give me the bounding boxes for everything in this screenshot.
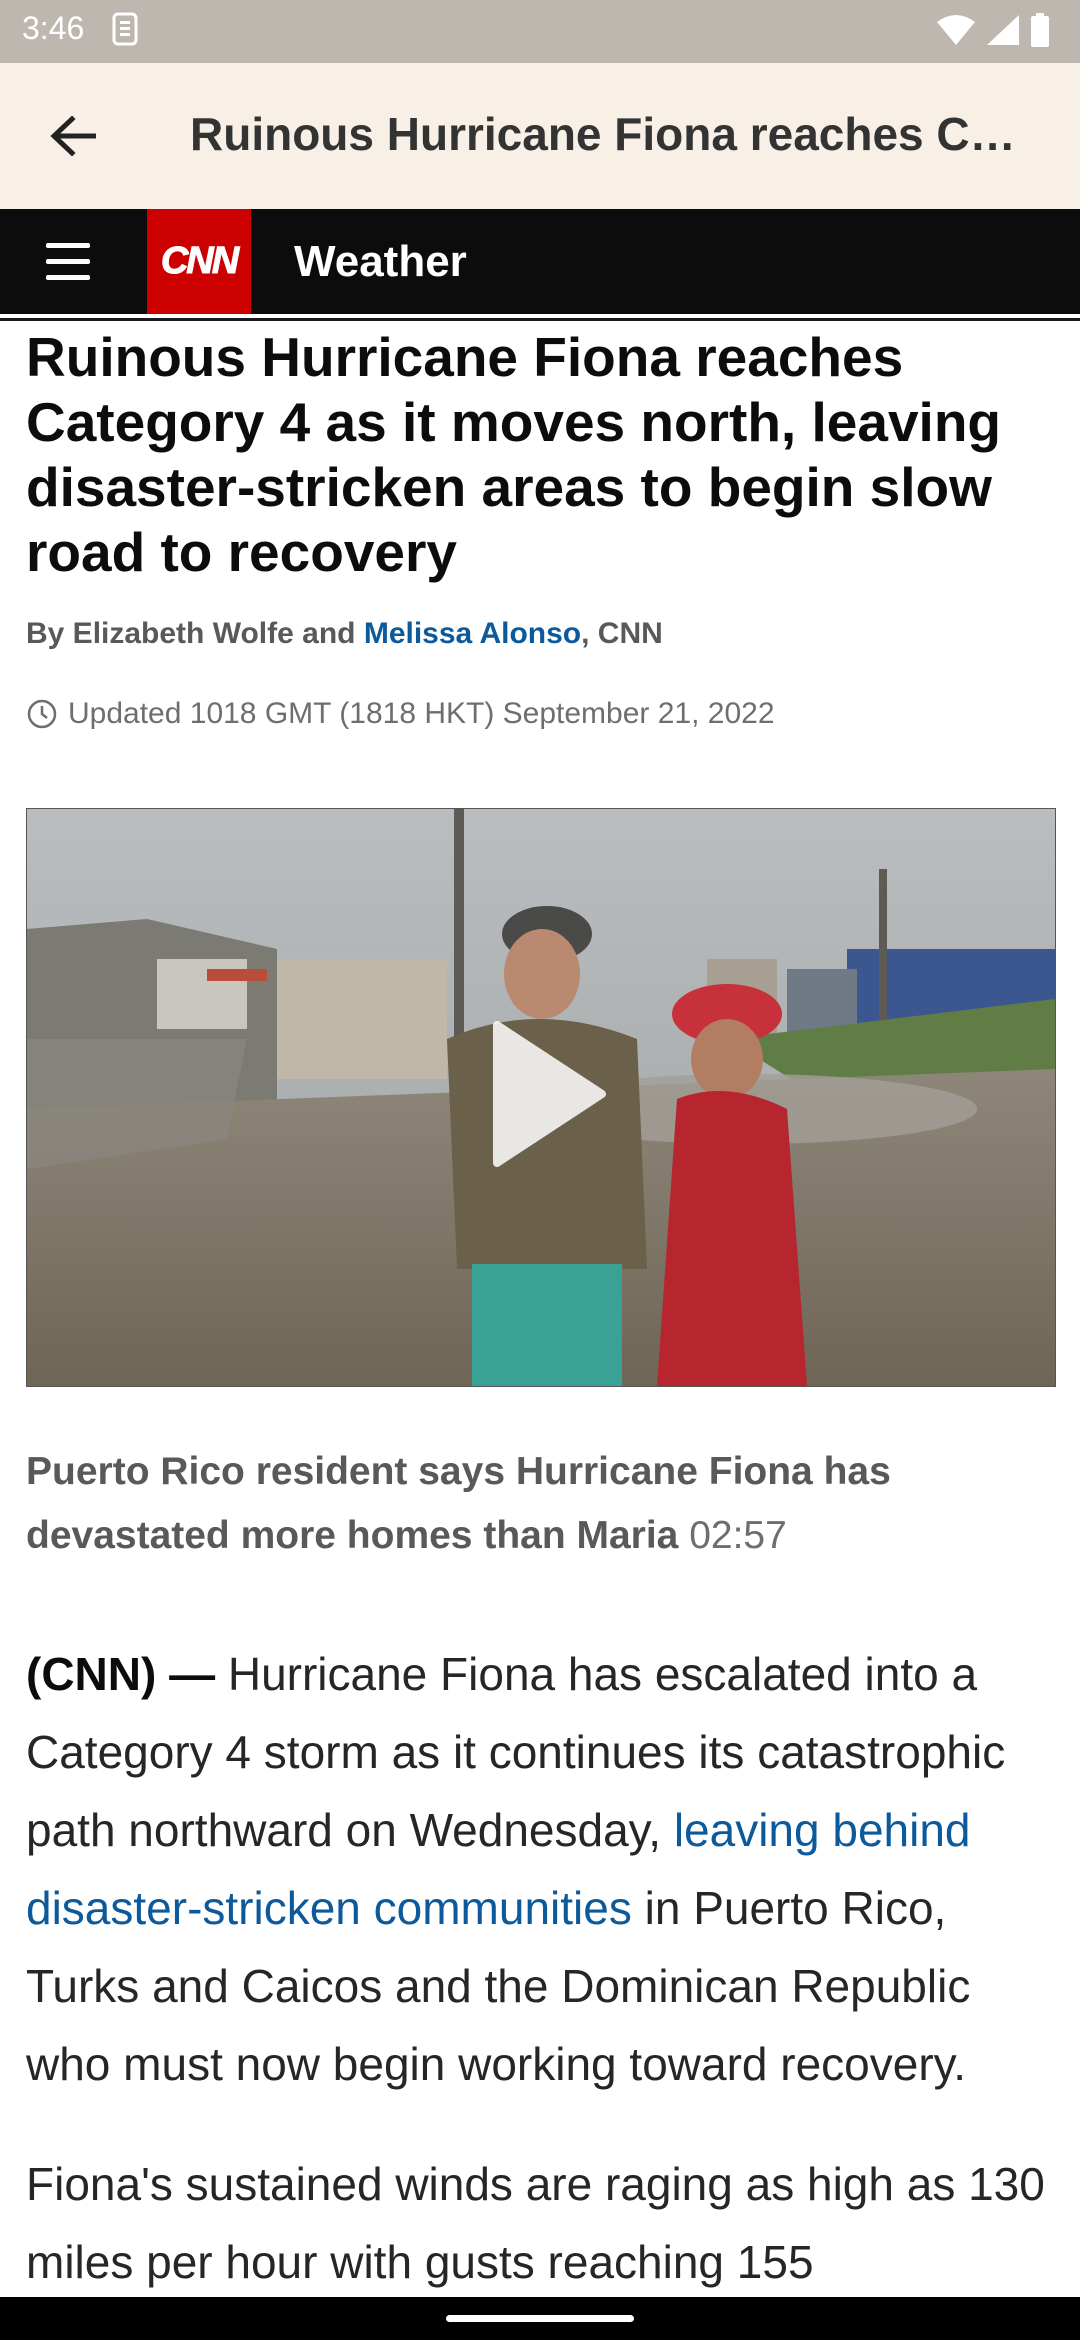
clock-icon — [27, 699, 57, 729]
article-paragraph: (CNN) — Hurricane Fiona has escalated in… — [26, 1635, 1056, 2103]
menu-button[interactable] — [40, 239, 106, 285]
back-button[interactable] — [40, 103, 106, 169]
status-bar: 3:46 — [0, 0, 1080, 63]
byline-suffix: , CNN — [581, 617, 663, 650]
hamburger-icon — [46, 243, 90, 248]
gesture-nav-bar — [0, 2297, 1080, 2340]
author-link[interactable]: Melissa Alonso — [364, 617, 581, 650]
updated-timestamp: Updated 1018 GMT (1818 HKT) September 21… — [26, 697, 775, 731]
article-headline: Ruinous Hurricane Fiona reaches Category… — [26, 326, 1002, 583]
cnn-logo[interactable]: CNN — [147, 209, 251, 314]
app-bar-title: Ruinous Hurricane Fiona reaches Category… — [190, 108, 1030, 160]
battery-icon — [1031, 13, 1049, 47]
app-bar: Ruinous Hurricane Fiona reaches Category… — [0, 63, 1080, 209]
home-handle[interactable] — [446, 2315, 634, 2322]
cnn-logo-text: CNN — [160, 240, 239, 283]
arrow-left-icon — [50, 116, 96, 156]
wifi-icon — [937, 15, 975, 45]
video-player[interactable] — [26, 808, 1056, 1387]
byline: By Elizabeth Wolfe and Melissa Alonso, C… — [26, 617, 663, 651]
video-duration: 02:57 — [689, 1514, 787, 1557]
byline-prefix: By Elizabeth Wolfe and — [26, 617, 364, 650]
section-label[interactable]: Weather — [294, 237, 467, 287]
video-caption[interactable]: Puerto Rico resident says Hurricane Fion… — [26, 1440, 1036, 1568]
status-time: 3:46 — [22, 10, 85, 46]
updated-text: Updated 1018 GMT (1818 HKT) September 21… — [68, 697, 775, 730]
play-icon[interactable] — [487, 1019, 607, 1169]
dateline: (CNN) — — [26, 1648, 216, 1700]
cnn-header: CNN Weather — [0, 209, 1080, 318]
signal-icon — [987, 15, 1019, 45]
article-paragraph: Fiona's sustained winds are raging as hi… — [26, 2158, 1045, 2288]
sim-icon — [112, 12, 138, 46]
